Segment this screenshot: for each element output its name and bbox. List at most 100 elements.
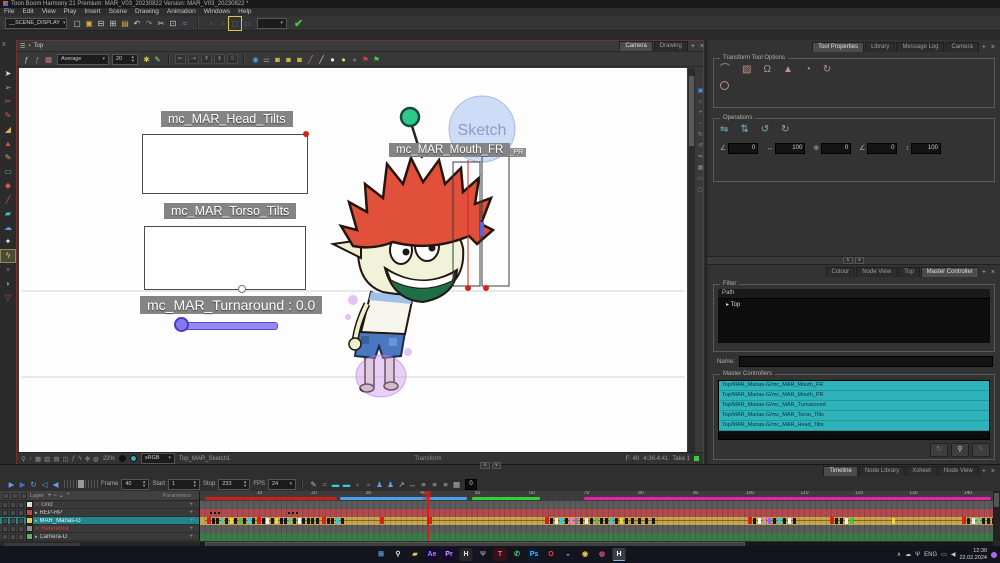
turnaround-slider[interactable] [177, 322, 278, 330]
recorder[interactable]: Ψ [477, 548, 490, 561]
start-field[interactable]: 1 ▴ ▾ [168, 478, 201, 490]
character-artwork[interactable] [329, 154, 496, 393]
camera-icon[interactable]: ◉ [250, 55, 261, 64]
layout-icon[interactable]: ⚌ [261, 55, 272, 64]
layer-color-chip[interactable] [26, 533, 33, 540]
opera[interactable]: O [545, 548, 558, 561]
master-controller-item[interactable]: Top/MAR_Marias-G/mc_MAR_Mouth_FR [719, 381, 989, 391]
layer-row[interactable]: ✕ Reference + [0, 525, 199, 533]
select-tool-icon[interactable]: ➤ [1, 68, 15, 80]
spinner-icon[interactable]: ▴ ▾ [131, 55, 134, 64]
lock-icon[interactable]: ◙ [294, 55, 305, 64]
layer-name[interactable]: REP-RP [40, 510, 63, 516]
rotation-field[interactable]: 0 [728, 142, 759, 154]
keyframe-marker[interactable] [753, 518, 756, 524]
rotate-handle-icon[interactable]: ↻ [823, 64, 831, 75]
reset-rotation-icon[interactable]: ↺ [698, 143, 703, 150]
data-view-icon[interactable]: ≡ [440, 480, 451, 489]
timeline-frames[interactable]: 10 20 30 40 50 60 70 80 90 100 110 120 130 140 [200, 491, 993, 541]
keyframe-marker[interactable] [555, 518, 558, 524]
menu-view[interactable]: View [38, 8, 60, 16]
flip-horizontal-icon[interactable]: ⇋ [720, 124, 728, 135]
open-scene-icon[interactable]: ▣ [83, 17, 95, 30]
layer-color-chip[interactable] [26, 509, 33, 516]
transform-tool-icon[interactable]: ➢ [1, 82, 15, 94]
add-parameter-button[interactable]: + [189, 502, 199, 508]
layer-toggle-cell[interactable] [18, 509, 24, 516]
keyframe-marker[interactable] [840, 518, 843, 524]
line-tool-icon[interactable]: ╱ [1, 194, 15, 206]
chrome[interactable]: ◉ [579, 548, 592, 561]
search-button[interactable]: ⚲ [392, 548, 405, 561]
keyframe-marker[interactable] [783, 518, 786, 524]
close-view-button[interactable]: × [989, 268, 997, 277]
tab-top[interactable]: Top [898, 267, 920, 277]
rotate-view-icon[interactable]: ↻ [698, 132, 703, 139]
fps-field[interactable]: 24 ▾ [268, 478, 297, 490]
keyframe-marker[interactable] [284, 518, 287, 524]
keyframe-marker[interactable] [850, 518, 853, 524]
collapse-down-icon[interactable]: ∨ [491, 462, 502, 469]
keyframe-marker[interactable] [645, 518, 648, 524]
lock-icon[interactable]: ◙ [283, 55, 294, 64]
tab-tool-properties[interactable]: Tool Properties [812, 42, 865, 52]
status-icon[interactable]: ▥ [44, 455, 50, 463]
close-view-button[interactable]: × [989, 467, 997, 476]
tab-timeline[interactable]: Timeline [823, 466, 858, 476]
play-button[interactable]: ▶ [6, 480, 17, 489]
keyframe-marker[interactable] [605, 518, 608, 524]
keyframe-marker[interactable] [331, 518, 334, 524]
keyframe-marker[interactable] [575, 518, 578, 524]
undo-icon[interactable]: ↶ [131, 17, 143, 30]
marquee-icon[interactable]: ▧ [742, 64, 751, 75]
master-controller-item[interactable]: Top/MAR_Marias-G/mc_MAR_Mouth_PR [719, 391, 989, 401]
keyframe-marker[interactable] [977, 518, 980, 524]
keyframe-marker[interactable] [336, 518, 339, 524]
zoom-out-icon[interactable]: − [699, 121, 703, 128]
spinner-icon[interactable]: ▴ ▾ [244, 480, 247, 489]
keyframe-marker[interactable] [982, 518, 985, 524]
tab-xsheet[interactable]: Xsheet [906, 466, 937, 476]
render-flag-icon[interactable]: ⚑ [371, 55, 382, 64]
loop-button[interactable]: ↻ [28, 480, 39, 489]
notification-icon[interactable] [991, 551, 997, 558]
angle-snap-icon[interactable]: ◔ [805, 64, 811, 75]
layer-row[interactable]: ▸ Camera-D + [0, 533, 199, 541]
keyframe-marker[interactable] [243, 518, 246, 524]
add-view-button[interactable]: + [980, 268, 988, 277]
static-transform-icon[interactable]: ▫ [217, 17, 229, 30]
keyframe-marker[interactable] [962, 517, 966, 524]
cloud-tool-icon[interactable]: ☁ [1, 222, 15, 234]
keyframe-marker[interactable] [322, 517, 326, 524]
keyframe-marker[interactable] [248, 518, 251, 524]
start-button[interactable]: ⊞ [375, 548, 388, 561]
menu-help[interactable]: Help [234, 8, 255, 16]
colorspace-dropdown[interactable]: sRGB ▾ [140, 453, 175, 464]
menu-drawing[interactable]: Drawing [131, 8, 163, 16]
tree-item-top[interactable]: ▸ Top [718, 299, 990, 308]
keyframe-marker[interactable] [585, 518, 588, 524]
select-behind-icon[interactable]: ▲ [783, 64, 793, 75]
head-tilts-widget[interactable] [142, 134, 308, 194]
render-play-button[interactable]: ▶ [17, 480, 28, 489]
expand-arrow-icon[interactable]: ▸ [35, 510, 38, 516]
layer-color-chip[interactable] [26, 501, 33, 508]
skew-field[interactable]: 0 [867, 142, 898, 154]
keyframe-marker[interactable] [788, 518, 791, 524]
collapse-up-icon[interactable]: ∧ [842, 257, 853, 264]
keyframe-marker[interactable] [234, 518, 237, 524]
keyframe-marker[interactable] [239, 518, 242, 524]
brush-tool-icon[interactable]: ✎ [1, 152, 15, 164]
keyframe-marker[interactable] [560, 518, 563, 524]
spinner-icon[interactable]: ▴ ▾ [194, 480, 197, 489]
add-element-icon[interactable]: ▬ [341, 480, 352, 489]
expand-arrow-icon[interactable]: ▸ [35, 534, 38, 540]
range-icon[interactable]: ⇳ [227, 54, 238, 64]
ease-icon[interactable]: ↗ [396, 480, 407, 489]
show-column-icon[interactable] [3, 492, 9, 499]
close-view-button[interactable]: × [698, 42, 706, 51]
keyframe-marker[interactable] [835, 518, 838, 524]
layer-color-chip[interactable] [26, 525, 33, 532]
reset-view-icon[interactable]: ⌂ [699, 99, 703, 106]
keyframe-marker[interactable] [625, 518, 628, 524]
